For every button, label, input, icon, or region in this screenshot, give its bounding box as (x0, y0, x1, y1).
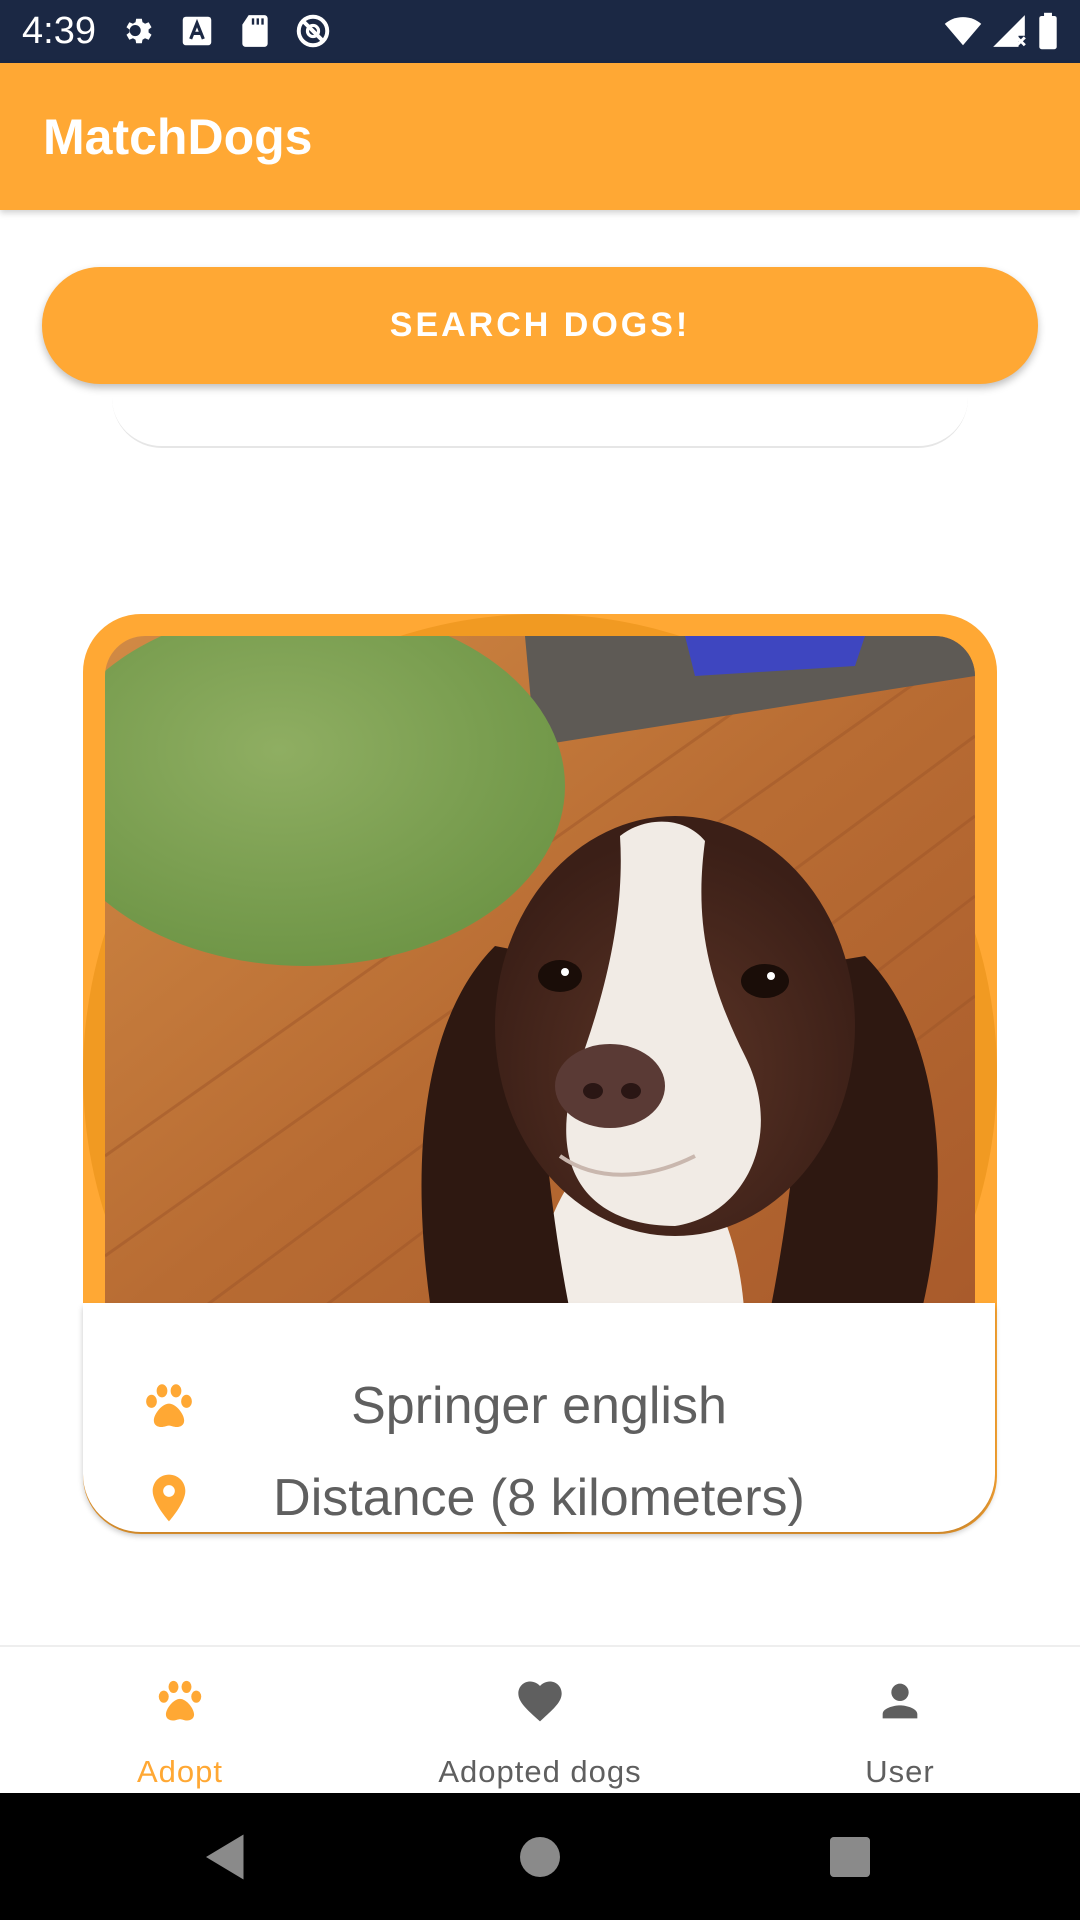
recents-icon[interactable] (820, 1827, 880, 1887)
bottom-nav: Adopt Adopted dogs User (0, 1645, 1080, 1795)
app-bar: MatchDogs (0, 63, 1080, 210)
distance-label: Distance (8 kilometers) (273, 1469, 805, 1527)
dog-photo (105, 636, 975, 1336)
previous-card-edge (112, 380, 968, 448)
cell-signal-icon (993, 15, 1026, 47)
back-icon[interactable] (196, 1827, 256, 1887)
nav-adopt[interactable]: Adopt (0, 1647, 360, 1795)
gear-icon (126, 18, 152, 44)
search-dogs-button[interactable]: SEARCH DOGS! (42, 267, 1038, 384)
status-bar: 4:39 (0, 0, 1080, 63)
font-a-icon (182, 16, 212, 46)
nav-adopted-dogs-label: Adopted dogs (438, 1754, 642, 1789)
nav-adopt-label: Adopt (136, 1754, 223, 1789)
nav-user[interactable]: User (720, 1647, 1080, 1795)
home-icon[interactable] (510, 1827, 570, 1887)
system-nav-bar (0, 1793, 1080, 1920)
location-pin-icon (152, 1474, 186, 1522)
heart-icon (518, 1681, 562, 1722)
breed-row: Springer english (83, 1366, 995, 1446)
battery-icon (1039, 12, 1057, 50)
app-title: MatchDogs (43, 109, 313, 165)
paw-icon (158, 1680, 202, 1721)
no-disturb-icon (296, 14, 330, 48)
status-time: 4:39 (22, 10, 96, 52)
nav-adopted-dogs[interactable]: Adopted dogs (360, 1647, 720, 1795)
person-icon (882, 1683, 918, 1719)
wifi-icon (944, 17, 982, 46)
breed-label: Springer english (351, 1377, 727, 1435)
paw-icon (146, 1384, 192, 1427)
nav-user-label: User (865, 1754, 935, 1789)
distance-row: Distance (8 kilometers) (83, 1458, 995, 1538)
dog-info-panel: Springer english Distance (8 kilometers) (83, 1303, 995, 1532)
sd-card-icon (242, 15, 268, 47)
